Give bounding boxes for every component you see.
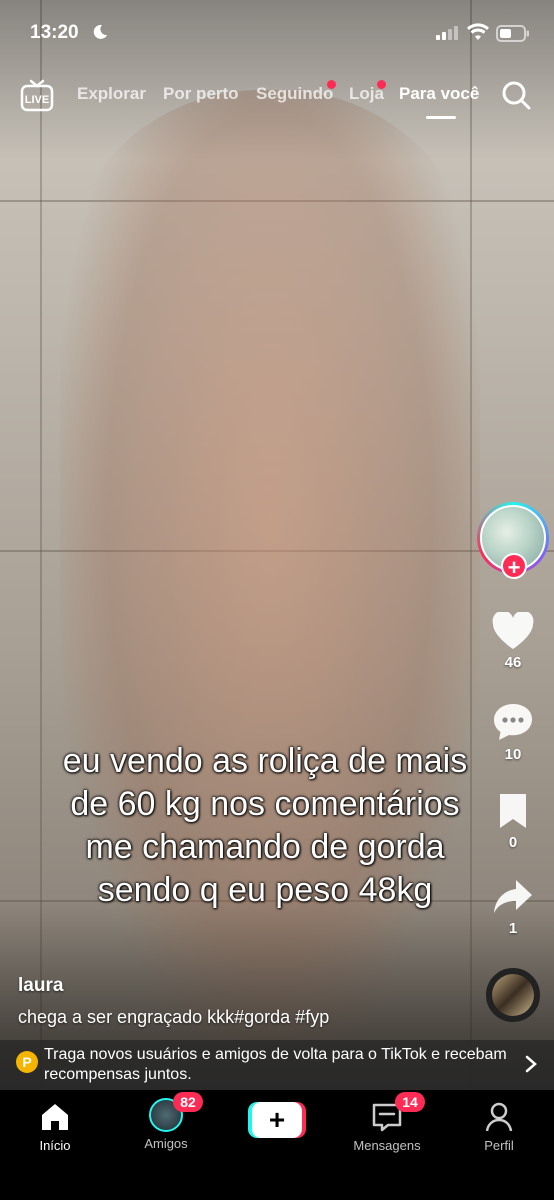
share-arrow-icon <box>494 880 532 913</box>
save-count: 0 <box>508 834 518 851</box>
points-badge-icon: P <box>16 1051 38 1073</box>
overlay-line: sendo q eu peso 48kg <box>97 871 433 909</box>
nav-inbox-label: Mensagens <box>353 1138 421 1153</box>
nav-home[interactable]: Início <box>0 1090 110 1153</box>
live-icon[interactable]: LIVE <box>20 78 54 112</box>
seguindo-new-dot <box>327 80 336 89</box>
status-bar: 13:20 <box>0 18 554 48</box>
nav-home-label: Início <box>39 1138 71 1153</box>
tab-para-voce[interactable]: Para você <box>399 84 479 104</box>
overlay-line: de 60 kg nos comentários <box>70 785 460 823</box>
battery-icon <box>496 25 529 42</box>
nav-profile-label: Perfil <box>484 1138 514 1153</box>
profile-icon <box>485 1102 513 1132</box>
comment-icon <box>494 704 532 740</box>
promo-banner[interactable]: P Traga novos usuários e amigos de volta… <box>0 1040 554 1090</box>
bookmark-icon <box>500 794 526 828</box>
nav-inbox[interactable]: Mensagens <box>332 1090 442 1153</box>
nav-friends-label: Amigos <box>144 1136 188 1151</box>
promo-text: Traga novos usuários e amigos de volta p… <box>44 1046 507 1083</box>
nav-profile[interactable]: Perfil <box>444 1090 554 1153</box>
active-tab-indicator <box>426 116 456 119</box>
home-icon <box>42 1104 68 1130</box>
comment-button[interactable]: 10 <box>488 702 538 763</box>
like-button[interactable]: 46 <box>488 612 538 671</box>
music-disc[interactable] <box>486 968 540 1022</box>
chevron-right-icon <box>525 1055 537 1073</box>
wifi-icon <box>467 23 489 40</box>
video-text-overlay: eu vendo as roliça de mais de 60 kg nos … <box>30 740 500 912</box>
share-button[interactable]: 1 <box>488 878 538 937</box>
post-description[interactable]: chega a ser engraçado kkk#gorda #fyp <box>18 1007 329 1028</box>
friends-badge: 82 <box>173 1092 203 1112</box>
comment-count: 10 <box>504 746 522 763</box>
overlay-line: me chamando de gorda <box>85 828 445 866</box>
video-player[interactable] <box>0 0 554 1090</box>
tab-seguindo[interactable]: Seguindo <box>256 84 333 104</box>
like-count: 46 <box>504 654 522 671</box>
inbox-badge: 14 <box>395 1092 425 1112</box>
heart-icon <box>492 612 534 649</box>
plus-icon: + <box>268 1104 286 1135</box>
bottom-nav: Início Amigos 82 + Mensagens 14 Perfil <box>0 1090 554 1200</box>
nav-friends[interactable]: Amigos <box>111 1090 221 1151</box>
save-button[interactable]: 0 <box>488 792 538 851</box>
top-nav: LIVE Explorar Por perto Seguindo Loja Pa… <box>0 78 554 122</box>
overlay-line: eu vendo as roliça de mais <box>62 742 468 780</box>
status-time: 13:20 <box>30 22 79 43</box>
follow-button[interactable]: + <box>501 553 527 580</box>
live-label: LIVE <box>25 94 49 106</box>
moon-icon <box>93 24 107 39</box>
tab-por-perto[interactable]: Por perto <box>163 84 239 104</box>
author-name[interactable]: laura <box>18 975 63 997</box>
share-count: 1 <box>508 920 518 937</box>
search-icon[interactable] <box>500 79 532 111</box>
tab-explorar[interactable]: Explorar <box>77 84 146 104</box>
loja-new-dot <box>377 80 386 89</box>
create-button[interactable]: + <box>248 1102 306 1138</box>
cellular-signal-icon <box>436 26 458 40</box>
